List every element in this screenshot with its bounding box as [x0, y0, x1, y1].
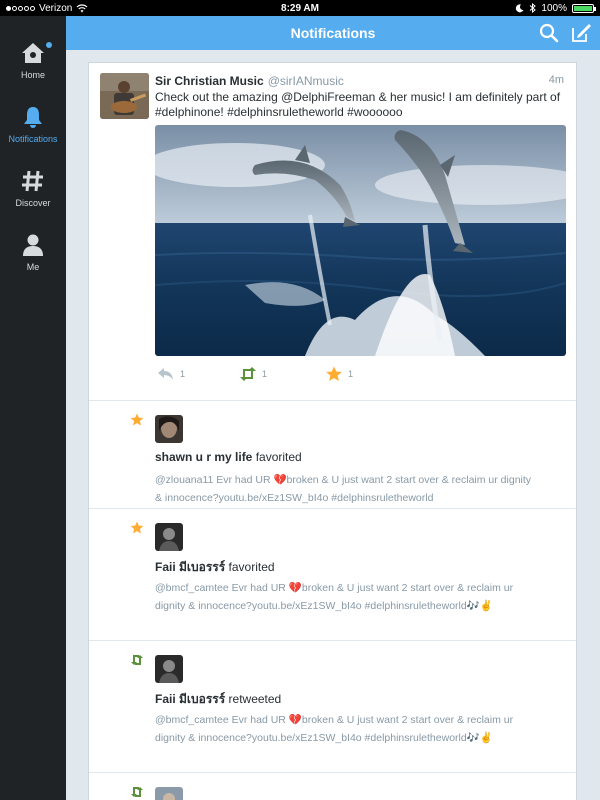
battery-level: [574, 5, 592, 11]
compose-icon[interactable]: [570, 22, 592, 44]
sidebar-item-label: Home: [20, 70, 45, 80]
avatar[interactable]: [155, 523, 183, 551]
notification-item[interactable]: Faii มีเบอรรร์ favorited @bmcf_camtee Ev…: [89, 509, 576, 641]
carrier-label: Verizon: [39, 2, 73, 14]
notification-tweet-text: @bmcf_camtee Evr had UR 💔broken & U just…: [155, 582, 514, 612]
notification-summary: Faii มีเบอรรร์ retweeted: [155, 690, 281, 709]
header-bar: Notifications: [66, 16, 600, 50]
tweet-actions: 1 1 1: [155, 366, 565, 384]
tweet-author[interactable]: Sir Christian Music @sirIANmusic: [155, 74, 344, 88]
status-left: Verizon: [6, 3, 88, 14]
avatar-image: [155, 523, 183, 551]
star-icon: [130, 413, 144, 426]
avatar[interactable]: [155, 787, 183, 800]
moon-icon: [516, 3, 524, 12]
tweet-timestamp: 4m: [548, 74, 564, 86]
tweet-text: Check out the amazing @DelphiFreeman & h…: [155, 90, 561, 119]
notification-item[interactable]: Faii มีเบอรรร์ retweeted @bmcf_camtee Ev…: [89, 641, 576, 773]
favorite-count: 1: [348, 369, 354, 379]
retweet-button[interactable]: 1: [239, 366, 267, 382]
notification-summary: Faii มีเบอรรร์ favorited: [155, 558, 275, 577]
bluetooth-icon: [530, 3, 537, 13]
notification-summary: shawn u r my life favorited: [155, 450, 302, 464]
reply-count: 1: [180, 369, 186, 379]
notification-tweet-text: @zlouana11 Evr had UR 💔broken & U just w…: [155, 474, 532, 504]
status-bar: Verizon 8:29 AM 100%: [0, 0, 600, 16]
author-handle[interactable]: @sirIANmusic: [268, 74, 344, 88]
unread-dot: [46, 42, 52, 48]
main-panel: Notifications Sir Christian Music @sirIA…: [66, 16, 600, 800]
retweet-count: 1: [262, 369, 268, 379]
battery-percentage: 100%: [541, 2, 567, 14]
retweet-icon: [240, 367, 256, 381]
sidebar-item-label: Notifications: [8, 134, 58, 144]
page-title: Notifications: [290, 25, 376, 41]
sidebar-item-home[interactable]: Home: [0, 40, 66, 100]
bell-icon: [24, 107, 42, 128]
person-icon: [23, 234, 43, 256]
wifi-icon: [76, 3, 88, 12]
dolphins-photo: [155, 125, 566, 356]
star-icon: [130, 521, 144, 534]
notification-tweet-text: @bmcf_camtee Evr had UR 💔broken & U just…: [155, 714, 514, 744]
reply-icon: [158, 368, 173, 380]
search-icon[interactable]: [538, 22, 560, 44]
notification-action: favorited: [228, 560, 275, 574]
sidebar-item-label: Me: [26, 262, 40, 272]
status-right: 100%: [515, 2, 596, 14]
avatar-image: [100, 73, 149, 119]
retweet-icon: [131, 787, 143, 797]
signal-strength-icon: [6, 5, 35, 11]
avatar-image: [155, 655, 183, 683]
avatar[interactable]: [155, 415, 183, 443]
sidebar: Home Notifications Discover Me: [0, 16, 66, 800]
home-icon: [22, 43, 44, 63]
notifications-feed[interactable]: Sir Christian Music @sirIANmusic 4m Check…: [88, 62, 577, 800]
notification-item[interactable]: shawn u r my life favorited @zlouana11 E…: [89, 401, 576, 509]
star-icon: [326, 366, 342, 381]
battery-icon: [572, 3, 596, 13]
avatar[interactable]: [155, 655, 183, 683]
user-name[interactable]: Faii มีเบอรรร์: [155, 692, 225, 706]
sidebar-item-label: Discover: [15, 198, 51, 208]
notification-action: favorited: [255, 450, 302, 464]
user-name[interactable]: Faii มีเบอรรร์: [155, 560, 225, 574]
tweet-photo[interactable]: [155, 125, 566, 356]
sidebar-item-discover[interactable]: Discover: [0, 168, 66, 228]
retweet-icon: [131, 655, 143, 665]
clock: 8:29 AM: [281, 2, 319, 14]
notification-item[interactable]: [89, 773, 576, 800]
favorite-button[interactable]: 1: [325, 366, 353, 382]
sidebar-item-notifications[interactable]: Notifications: [0, 104, 66, 164]
author-name[interactable]: Sir Christian Music: [155, 74, 264, 88]
avatar-image: [155, 787, 183, 800]
sidebar-item-me[interactable]: Me: [0, 232, 66, 292]
hashtag-icon: [22, 170, 43, 192]
notification-action: retweeted: [228, 692, 282, 706]
reply-button[interactable]: 1: [157, 366, 185, 382]
avatar-image: [155, 415, 183, 443]
mentioned-tweet[interactable]: Sir Christian Music @sirIANmusic 4m Check…: [89, 63, 576, 401]
avatar[interactable]: [100, 73, 149, 119]
user-name[interactable]: shawn u r my life: [155, 450, 252, 464]
